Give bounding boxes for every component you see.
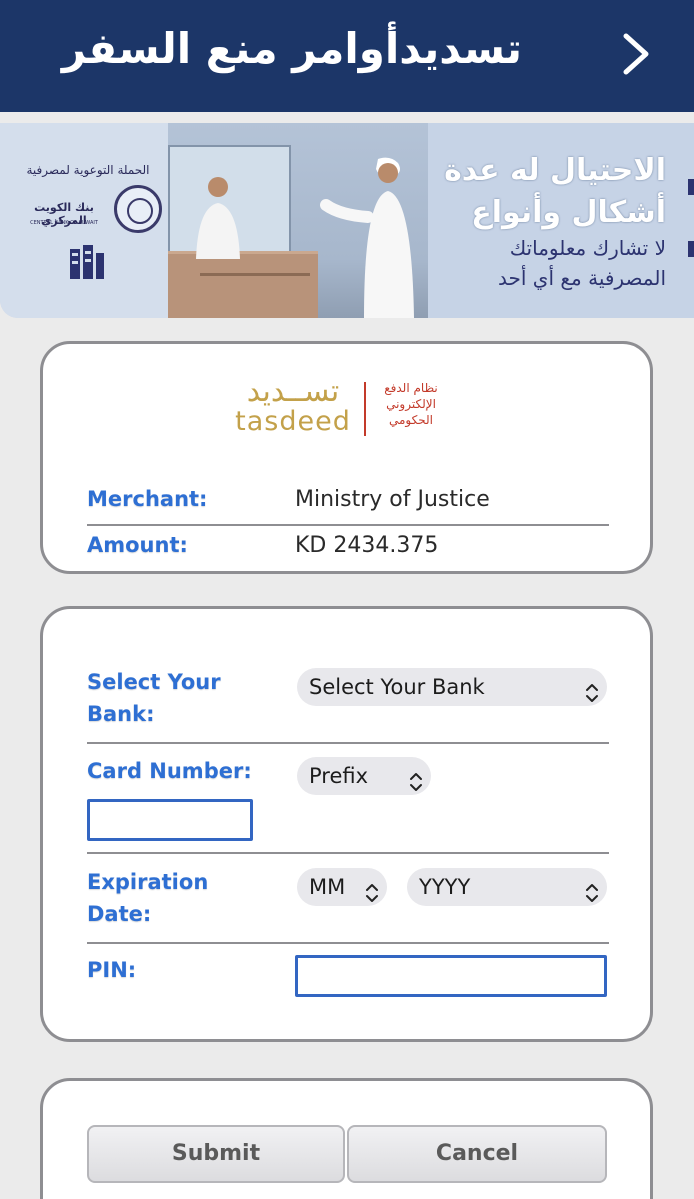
top-bar: تسديدأوامر منع السفر — [0, 0, 694, 112]
page-title: تسديدأوامر منع السفر — [61, 24, 523, 73]
card-prefix-value: Prefix — [309, 764, 369, 788]
banner-desk-shelf — [200, 273, 310, 276]
expiry-label-line2: Date: — [87, 902, 152, 926]
pin-input[interactable] — [295, 955, 607, 997]
logo-tagline-1: نظام الدفع — [384, 381, 438, 395]
banner-person-seated — [188, 173, 248, 263]
expiry-month-select[interactable]: MM — [297, 868, 387, 906]
chevron-updown-icon — [585, 677, 599, 702]
amount-value: KD 2434.375 — [295, 533, 439, 558]
card-number-label: Card Number: — [87, 759, 252, 783]
bank-label-line2: Bank: — [87, 702, 155, 726]
banner-headline-1: الاحتيال له عدة — [444, 153, 666, 188]
logo-tagline-2: الإلكتروني — [386, 397, 436, 411]
chevron-right-icon[interactable] — [616, 30, 656, 78]
expiry-month-value: MM — [309, 875, 346, 899]
expiry-year-value: YYYY — [419, 875, 471, 899]
actions-card: Submit Cancel — [40, 1078, 653, 1199]
bank-select-value: Select Your Bank — [309, 675, 485, 699]
logo-tagline-3: الحكومي — [389, 413, 433, 427]
divider — [87, 524, 609, 526]
divider — [87, 742, 609, 744]
banner-subline-1: لا تشارك معلوماتك — [509, 236, 666, 260]
logo-arabic-name: تســديد — [246, 374, 340, 409]
building-logo-icon — [66, 243, 108, 283]
divider — [87, 852, 609, 854]
bank-label-line1: Select Your — [87, 670, 221, 694]
submit-button[interactable]: Submit — [87, 1125, 345, 1183]
bank-select[interactable]: Select Your Bank — [297, 668, 607, 706]
payment-summary-card: تســديد tasdeed نظام الدفع الإلكتروني ال… — [40, 341, 653, 574]
chevron-updown-icon — [365, 877, 379, 902]
chevron-updown-icon — [585, 877, 599, 902]
banner-subline-2: المصرفية مع أي أحد — [498, 266, 666, 290]
expiry-label-line1: Expiration — [87, 870, 209, 894]
awareness-banner[interactable]: الحملة التوعوية لمصرفية بنك الكويت المرك… — [0, 123, 694, 318]
merchant-value: Ministry of Justice — [295, 487, 490, 512]
chevron-updown-icon — [409, 766, 423, 791]
pin-label: PIN: — [87, 958, 137, 982]
banner-headline-2: أشكال وأنواع — [471, 195, 666, 230]
banner-cbk-english: CENTRAL BANK OF KUWAIT — [30, 220, 98, 226]
divider — [87, 942, 609, 944]
amount-label: Amount: — [87, 533, 188, 557]
logo-divider — [364, 382, 366, 436]
tasdeed-logo: تســديد tasdeed نظام الدفع الإلكتروني ال… — [227, 374, 451, 444]
logo-latin-name: tasdeed — [235, 406, 351, 437]
banner-edge-mark — [688, 179, 694, 195]
cancel-button[interactable]: Cancel — [347, 1125, 607, 1183]
merchant-label: Merchant: — [87, 487, 208, 511]
expiry-year-select[interactable]: YYYY — [407, 868, 607, 906]
card-details-form: Select Your Bank: Select Your Bank Card … — [40, 606, 653, 1042]
card-number-input[interactable] — [87, 799, 253, 841]
banner-campaign-text: الحملة التوعوية لمصرفية — [26, 163, 150, 177]
card-prefix-select[interactable]: Prefix — [297, 757, 431, 795]
cbk-seal-icon — [114, 185, 162, 233]
banner-edge-mark — [688, 241, 694, 257]
